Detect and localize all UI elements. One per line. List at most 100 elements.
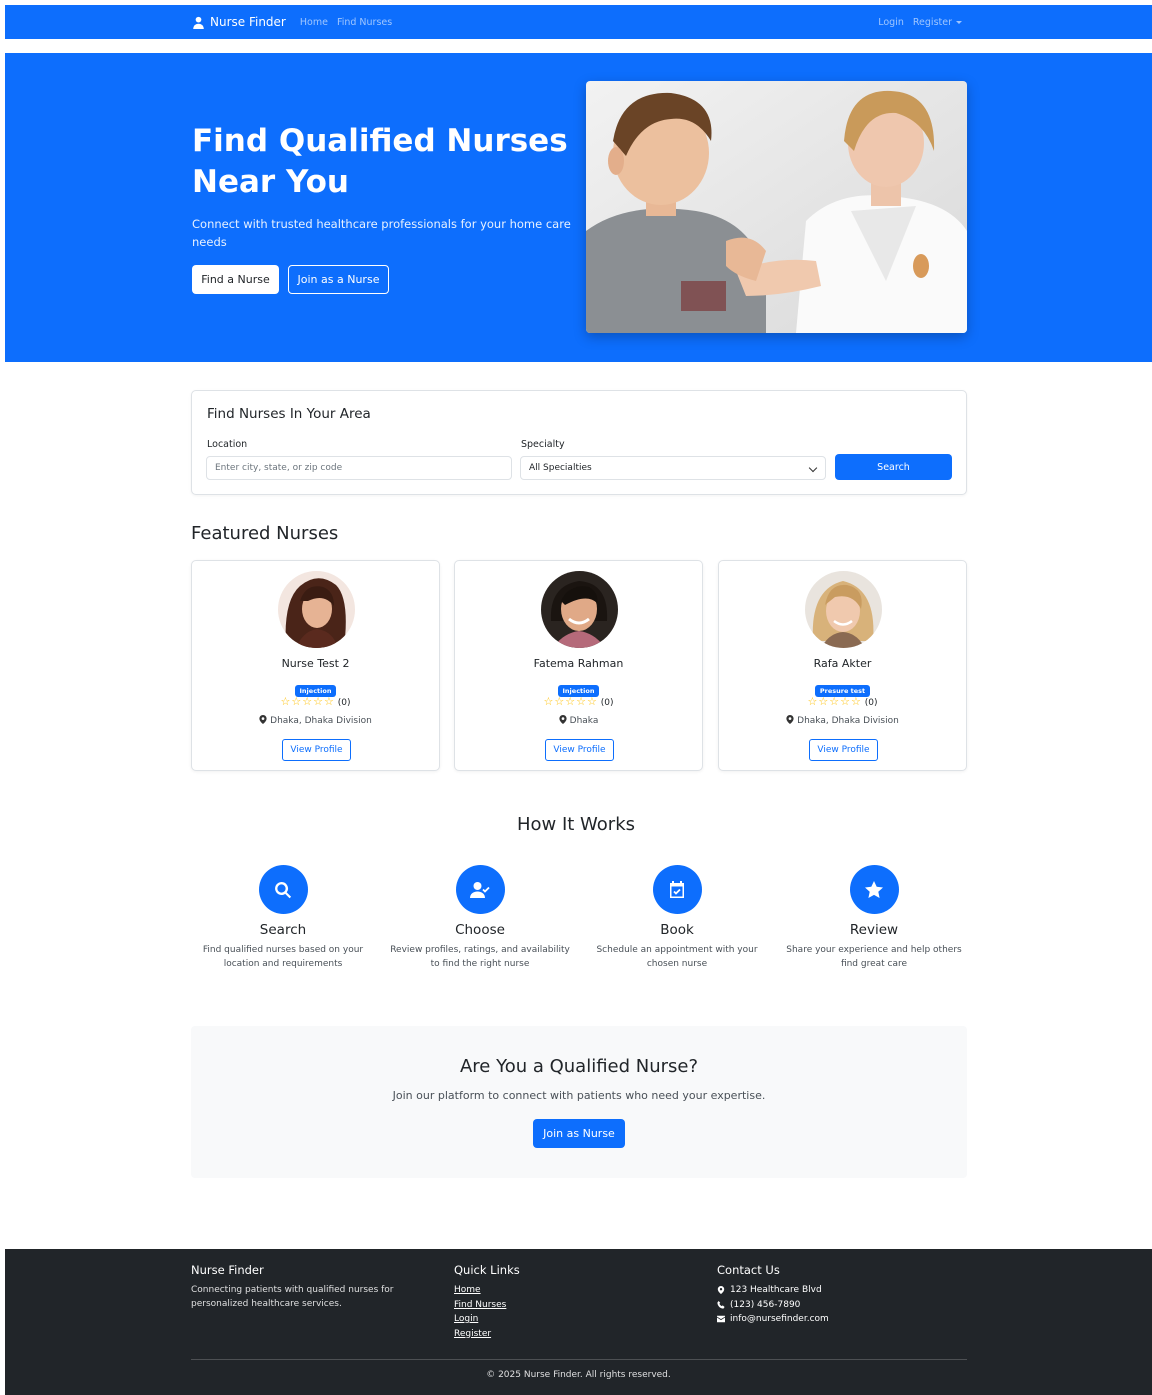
footer-link-login[interactable]: Login [454,1312,520,1327]
nurse-name: Rafa Akter [813,657,872,670]
step-icon-circle [455,865,505,914]
footer-about: Nurse Finder Connecting patients with qu… [191,1263,411,1311]
view-profile-button[interactable]: View Profile [545,739,614,761]
nurse-card: Rafa Akter Presure test ☆☆☆☆☆ (0) Dhaka,… [718,560,967,771]
nurse-card: Fatema Rahman Injection ☆☆☆☆☆ (0) Dhaka … [454,560,703,771]
footer-copyright: © 2025 Nurse Finder. All rights reserved… [486,1370,671,1380]
footer-link-home[interactable]: Home [454,1283,520,1298]
specialty-selected: All Specialties [529,463,592,473]
brand-name: Nurse Finder [210,15,286,29]
rating: ☆☆☆☆☆ (0) [719,695,966,708]
map-marker-icon [259,715,267,724]
location-text: Dhaka, Dhaka Division [270,716,372,726]
footer-about-title: Nurse Finder [191,1263,264,1277]
star-rating-icons: ☆☆☆☆☆ [543,695,598,708]
avatar [278,571,355,648]
envelope-icon [717,1316,725,1323]
step-title: Choose [455,922,505,938]
nurse-name: Fatema Rahman [533,657,624,670]
nurse-location: Dhaka [455,715,702,726]
phone-icon [717,1300,725,1309]
specialty-select[interactable]: All Specialties [520,456,826,480]
navbar-inner: Nurse Finder Home Find Nurses Login Regi… [192,5,962,39]
step-review: Review Share your experience and help ot… [779,865,969,971]
nurse-location: Dhaka, Dhaka Division [719,715,966,726]
footer-link-find-nurses[interactable]: Find Nurses [454,1298,520,1313]
search-button[interactable]: Search [835,454,952,480]
nav-link-find-nurses[interactable]: Find Nurses [337,17,392,28]
join-as-nurse-button[interactable]: Join as a Nurse [288,265,389,294]
nav-link-login[interactable]: Login [878,17,904,28]
step-icon-circle [652,865,702,914]
user-check-icon [470,881,490,898]
hero-subtitle: Connect with trusted healthcare professi… [192,217,571,249]
star-rating-icons: ☆☆☆☆☆ [807,695,862,708]
footer-contact: Contact Us 123 Healthcare Blvd (123) 456… [717,1263,829,1327]
specialty-label: Specialty [521,439,565,450]
step-icon-circle [849,865,899,914]
footer-quick-links: Quick Links Home Find Nurses Login Regis… [454,1263,520,1341]
user-nurse-icon [193,16,204,29]
map-marker-icon [717,1286,725,1295]
cta-subtitle: Join our platform to connect with patien… [392,1089,766,1102]
search-card: Find Nurses In Your Area Location Enter … [191,390,967,495]
nav-register-dropdown[interactable]: Register [913,17,962,28]
step-choose: Choose Review profiles, ratings, and ava… [385,865,575,971]
address-text: 123 Healthcare Blvd [730,1285,822,1295]
cta-title: Are You a Qualified Nurse? [459,1056,699,1077]
location-text: Dhaka [569,716,599,726]
hero-image [586,81,967,333]
step-search: Search Find qualified nurses based on yo… [188,865,378,971]
search-title: Find Nurses In Your Area [207,406,371,422]
rating-count: (0) [864,698,878,708]
find-a-nurse-button[interactable]: Find a Nurse [192,265,279,294]
star-rating-icons: ☆☆☆☆☆ [280,695,335,708]
step-icon-circle [258,865,308,914]
caret-down-icon [956,20,962,24]
step-desc: Share your experience and help others fi… [786,945,962,969]
map-marker-icon [559,715,567,724]
view-profile-button[interactable]: View Profile [282,739,351,761]
step-desc: Review profiles, ratings, and availabili… [390,945,570,969]
map-marker-icon [786,715,794,724]
footer-contact-title: Contact Us [717,1263,780,1277]
nav-right: Login Register [869,17,962,28]
register-label: Register [912,16,952,28]
step-desc: Find qualified nurses based on your loca… [202,945,364,969]
location-input[interactable]: Enter city, state, or zip code [206,456,512,480]
hero-title: Find Qualified Nurses Near You [192,123,568,200]
footer-address: 123 Healthcare Blvd [717,1283,829,1298]
brand-link[interactable]: Nurse Finder [192,15,286,29]
avatar [805,571,882,648]
phone-text: (123) 456-7890 [730,1299,801,1310]
nurse-cta-section: Are You a Qualified Nurse? Join our plat… [191,1026,967,1178]
star-icon [865,880,883,898]
footer-divider [191,1359,967,1360]
email-text: info@nursefinder.com [730,1314,829,1324]
navbar: Nurse Finder Home Find Nurses Login Regi… [5,5,1152,39]
nurse-card: Nurse Test 2 Injection ☆☆☆☆☆ (0) Dhaka, … [191,560,440,771]
step-title: Book [660,922,694,938]
join-as-nurse-cta-button[interactable]: Join as Nurse [533,1119,625,1148]
featured-title: Featured Nurses [191,523,339,544]
avatar [541,571,618,648]
footer-link-register[interactable]: Register [454,1327,520,1342]
calendar-check-icon [670,880,684,898]
location-text: Dhaka, Dhaka Division [797,716,899,726]
rating: ☆☆☆☆☆ (0) [192,695,439,708]
location-placeholder: Enter city, state, or zip code [215,463,343,473]
view-profile-button[interactable]: View Profile [809,739,878,761]
nurse-name: Nurse Test 2 [281,657,350,670]
footer-about-text: Connecting patients with qualified nurse… [191,1285,394,1309]
nurse-location: Dhaka, Dhaka Division [192,715,439,726]
step-title: Review [849,922,899,938]
nav-link-home[interactable]: Home [300,17,328,28]
search-icon [275,881,292,898]
step-desc: Schedule an appointment with your chosen… [596,945,758,969]
footer-phone: (123) 456-7890 [717,1298,829,1313]
step-title: Search [259,922,307,938]
rating: ☆☆☆☆☆ (0) [455,695,702,708]
chevron-down-icon [808,463,818,473]
location-label: Location [207,439,248,450]
step-book: Book Schedule an appointment with your c… [582,865,772,971]
